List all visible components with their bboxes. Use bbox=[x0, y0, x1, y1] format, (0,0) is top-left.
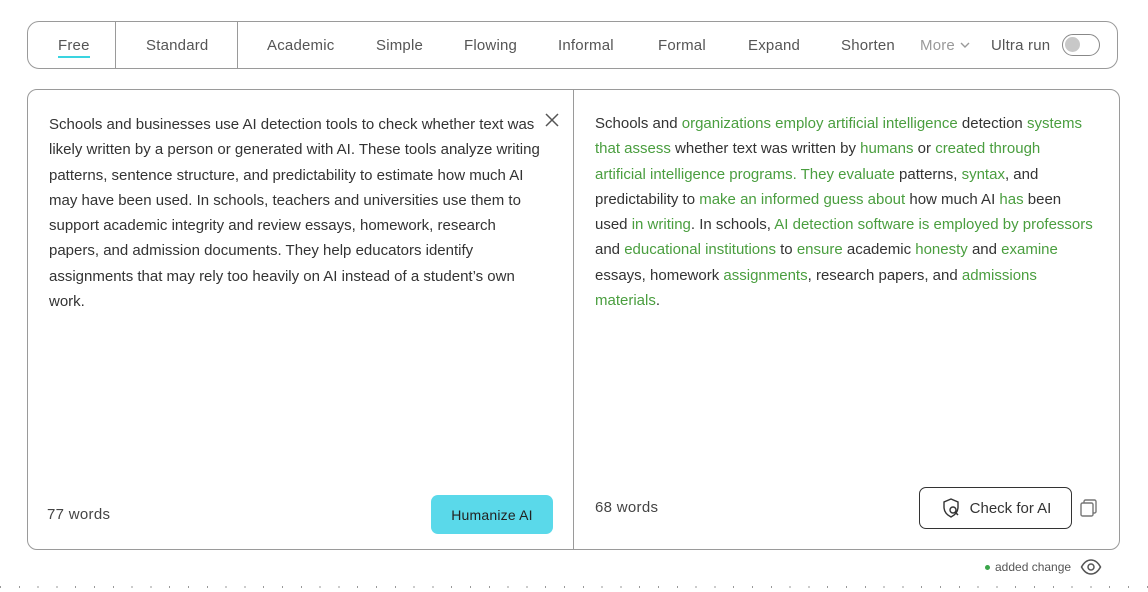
mode-tab-shorten-label: Shorten bbox=[841, 36, 895, 54]
mode-tab-simple[interactable]: Simple bbox=[376, 22, 423, 68]
mode-tab-free[interactable]: Free bbox=[58, 22, 90, 68]
text-segment: . bbox=[655, 292, 661, 310]
changed-segment: AI detection software is employed by pro… bbox=[774, 216, 1093, 234]
mode-tab-standard[interactable]: Standard bbox=[146, 22, 208, 68]
text-segment: how much AI bbox=[905, 190, 1000, 208]
text-segment: . In schools, bbox=[690, 216, 775, 234]
text-segment: whether text was written by bbox=[670, 140, 861, 158]
mode-tab-informal[interactable]: Informal bbox=[558, 22, 614, 68]
changed-segment: examine bbox=[1001, 241, 1058, 259]
changed-segment: syntax bbox=[961, 165, 1005, 183]
changed-segment: ensure bbox=[796, 241, 843, 259]
humanize-button[interactable]: Humanize AI bbox=[431, 495, 553, 534]
mode-tab-free-label: Free bbox=[58, 37, 90, 58]
text-segment: essays, homework bbox=[595, 266, 724, 284]
close-icon[interactable] bbox=[543, 111, 561, 129]
eye-icon[interactable] bbox=[1080, 558, 1102, 576]
mode-tab-flowing[interactable]: Flowing bbox=[464, 22, 517, 68]
output-text-area: Schools and organizations employ artific… bbox=[595, 111, 1095, 313]
text-segment: academic bbox=[842, 241, 916, 259]
chevron-down-icon bbox=[960, 42, 970, 48]
changed-segment: educational institutions bbox=[624, 241, 776, 259]
mode-tab-simple-label: Simple bbox=[376, 36, 424, 54]
changed-segment: honesty bbox=[915, 241, 968, 259]
more-dropdown-label: More bbox=[920, 36, 955, 54]
ultra-run-text: Ultra run bbox=[991, 36, 1051, 54]
editor-panel: Schools and businesses use AI detection … bbox=[27, 89, 1120, 550]
text-segment: to bbox=[775, 241, 797, 259]
mode-tab-shorten[interactable]: Shorten bbox=[841, 22, 895, 68]
toggle-knob bbox=[1065, 37, 1080, 52]
change-legend: added change bbox=[985, 560, 1071, 574]
mode-tab-formal-label: Formal bbox=[658, 36, 706, 54]
output-word-count: 68 words bbox=[595, 499, 659, 516]
text-segment: detection bbox=[957, 115, 1027, 132]
mode-bar: Free Standard Academic Simple Flowing In… bbox=[27, 21, 1118, 69]
ultra-run-label: Ultra run bbox=[991, 22, 1050, 68]
more-dropdown[interactable]: More bbox=[920, 22, 970, 68]
changed-segment: organizations employ artificial intellig… bbox=[681, 115, 958, 132]
text-segment: and bbox=[967, 241, 1002, 259]
ultra-run-toggle[interactable] bbox=[1062, 34, 1100, 56]
changed-segment: make an informed guess about bbox=[699, 190, 906, 208]
mode-tab-academic-label: Academic bbox=[267, 36, 335, 54]
check-for-ai-button[interactable]: Check for AI bbox=[919, 487, 1072, 529]
shield-search-icon bbox=[942, 498, 959, 518]
added-change-dot bbox=[985, 564, 990, 570]
copy-icon[interactable] bbox=[1079, 498, 1099, 518]
changed-segment: assignments bbox=[723, 266, 808, 284]
mode-tab-informal-label: Informal bbox=[558, 36, 614, 54]
input-word-count: 77 words bbox=[47, 506, 111, 523]
mode-divider bbox=[115, 22, 116, 68]
mode-tab-academic[interactable]: Academic bbox=[267, 22, 334, 68]
text-segment: and bbox=[595, 241, 625, 259]
changed-segment: humans bbox=[860, 140, 914, 158]
page-edge-dots bbox=[0, 586, 1148, 588]
mode-tab-standard-label: Standard bbox=[146, 36, 209, 54]
text-segment: or bbox=[913, 140, 936, 158]
mode-tab-expand-label: Expand bbox=[748, 36, 801, 54]
text-segment: patterns, bbox=[894, 165, 962, 183]
changed-segment: in writing bbox=[631, 216, 691, 234]
mode-divider bbox=[237, 22, 238, 68]
changed-segment: has bbox=[999, 190, 1024, 208]
text-segment: Schools and bbox=[595, 115, 682, 132]
mode-tab-formal[interactable]: Formal bbox=[658, 22, 706, 68]
check-for-ai-label: Check for AI bbox=[969, 499, 1052, 517]
mode-tab-flowing-label: Flowing bbox=[464, 36, 518, 54]
input-text-area[interactable]: Schools and businesses use AI detection … bbox=[49, 112, 549, 314]
added-change-label: added change bbox=[995, 560, 1072, 574]
text-segment: , research papers, and bbox=[807, 266, 962, 284]
mode-tab-expand[interactable]: Expand bbox=[748, 22, 800, 68]
panel-divider bbox=[573, 90, 574, 549]
